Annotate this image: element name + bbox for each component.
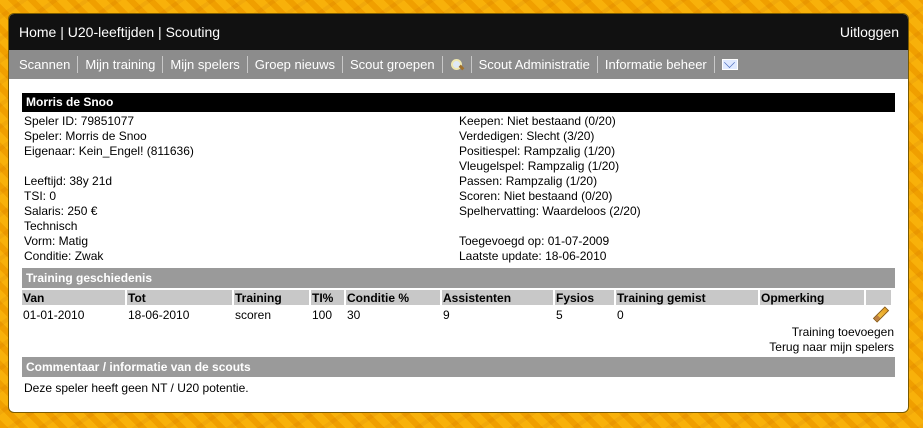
mail-icon[interactable] bbox=[721, 59, 738, 70]
breadcrumb-u20[interactable]: U20-leeftijden bbox=[68, 24, 154, 40]
scout-comment-text: Deze speler heeft geen NT / U20 potentie… bbox=[24, 381, 249, 395]
player-info: Speler ID: 79851077 Speler: Morris de Sn… bbox=[22, 112, 895, 264]
column-header: Tot bbox=[127, 290, 232, 305]
column-header bbox=[866, 290, 891, 305]
nav-item-mijn-training[interactable]: Mijn training bbox=[78, 56, 164, 73]
add-training-link[interactable]: Training toevoegen bbox=[22, 325, 894, 340]
column-header: Fysios bbox=[555, 290, 614, 305]
player-owner: Eigenaar: Kein_Engel! (811636) bbox=[24, 144, 194, 158]
nav-bar: Scannen Mijn training Mijn spelers Groep… bbox=[9, 50, 908, 79]
cell-fysios: 5 bbox=[556, 308, 563, 322]
breadcrumb-scouting[interactable]: Scouting bbox=[166, 24, 220, 40]
player-tsi: TSI: 0 bbox=[24, 189, 57, 203]
column-header: Assistenten bbox=[442, 290, 553, 305]
nav-item-groep-nieuws[interactable]: Groep nieuws bbox=[248, 56, 343, 73]
nav-item-search[interactable] bbox=[443, 56, 472, 73]
player-speler: Speler: Morris de Snoo bbox=[24, 129, 147, 143]
breadcrumb: Home | U20-leeftijden | Scouting bbox=[19, 24, 220, 40]
training-history-header: Training geschiedenis bbox=[22, 268, 895, 288]
cell-opmerking bbox=[760, 305, 864, 325]
player-form: Vorm: Matig bbox=[24, 234, 89, 248]
breadcrumb-separator: | bbox=[154, 24, 166, 40]
skill-passen: Passen: Rampzalig (1/20) bbox=[459, 174, 598, 188]
player-salary: Salaris: 250 € bbox=[24, 204, 98, 218]
player-speciality: Technisch bbox=[24, 219, 78, 233]
content-area: Morris de Snoo Speler ID: 79851077 Spele… bbox=[9, 93, 908, 399]
nav-item-informatie-beheer[interactable]: Informatie beheer bbox=[598, 56, 715, 73]
main-window: Home | U20-leeftijden | Scouting Uitlogg… bbox=[8, 13, 909, 413]
skill-vleugelspel: Vleugelspel: Rampzalig (1/20) bbox=[459, 159, 620, 173]
skill-verdedigen: Verdedigen: Slecht (3/20) bbox=[459, 129, 595, 143]
search-icon[interactable] bbox=[450, 58, 464, 72]
nav-item-scannen[interactable]: Scannen bbox=[12, 56, 79, 73]
nav-item-scout-administratie[interactable]: Scout Administratie bbox=[472, 56, 598, 73]
back-to-players-link[interactable]: Terug naar mijn spelers bbox=[22, 340, 894, 355]
cell-van: 01-01-2010 bbox=[23, 308, 85, 322]
cell-training-gemist: 0 bbox=[617, 308, 624, 322]
player-info-right: Keepen: Niet bestaand (0/20) Verdedigen:… bbox=[457, 114, 892, 264]
column-header: Van bbox=[22, 290, 125, 305]
cell-edit[interactable] bbox=[866, 305, 891, 325]
column-header: Conditie % bbox=[346, 290, 440, 305]
skill-spelhervatting: Spelhervatting: Waardeloos (2/20) bbox=[459, 204, 641, 218]
breadcrumb-separator: | bbox=[56, 24, 68, 40]
player-stamina: Conditie: Zwak bbox=[24, 249, 104, 263]
column-header: Training bbox=[234, 290, 309, 305]
cell-tot: 18-06-2010 bbox=[128, 308, 190, 322]
scout-comments-header: Commentaar / informatie van de scouts bbox=[22, 357, 895, 377]
last-update: Laatste update: 18-06-2010 bbox=[459, 249, 607, 263]
nav-item-mail[interactable] bbox=[715, 56, 745, 73]
skill-positiespel: Positiespel: Rampzalig (1/20) bbox=[459, 144, 616, 158]
skill-keepen: Keepen: Niet bestaand (0/20) bbox=[459, 114, 616, 128]
pencil-icon[interactable] bbox=[873, 307, 887, 321]
cell-conditie: 30 bbox=[347, 308, 361, 322]
training-actions: Training toevoegen Terug naar mijn spele… bbox=[22, 325, 895, 355]
training-table: Van Tot Training TI% Conditie % Assisten… bbox=[20, 290, 893, 325]
column-header: Training gemist bbox=[616, 290, 758, 305]
cell-training: scoren bbox=[235, 308, 272, 322]
nav-item-mijn-spelers[interactable]: Mijn spelers bbox=[163, 56, 248, 73]
breadcrumb-home[interactable]: Home bbox=[19, 24, 56, 40]
added-on: Toegevoegd op: 01-07-2009 bbox=[459, 234, 610, 248]
nav-item-scout-groepen[interactable]: Scout groepen bbox=[343, 56, 443, 73]
player-name-header: Morris de Snoo bbox=[22, 93, 895, 112]
cell-ti: 100 bbox=[312, 308, 333, 322]
skill-scoren: Scoren: Niet bestaand (0/20) bbox=[459, 189, 613, 203]
column-header: TI% bbox=[311, 290, 344, 305]
player-id: Speler ID: 79851077 bbox=[24, 114, 135, 128]
top-bar: Home | U20-leeftijden | Scouting Uitlogg… bbox=[9, 14, 908, 50]
player-age: Leeftijd: 38y 21d bbox=[24, 174, 113, 188]
logout-link[interactable]: Uitloggen bbox=[840, 24, 899, 40]
column-header: Opmerking bbox=[760, 290, 864, 305]
cell-assistenten: 9 bbox=[443, 308, 450, 322]
table-row: 01-01-2010 18-06-2010 scoren 100 30 9 5 … bbox=[22, 305, 891, 325]
player-info-left: Speler ID: 79851077 Speler: Morris de Sn… bbox=[22, 114, 457, 264]
